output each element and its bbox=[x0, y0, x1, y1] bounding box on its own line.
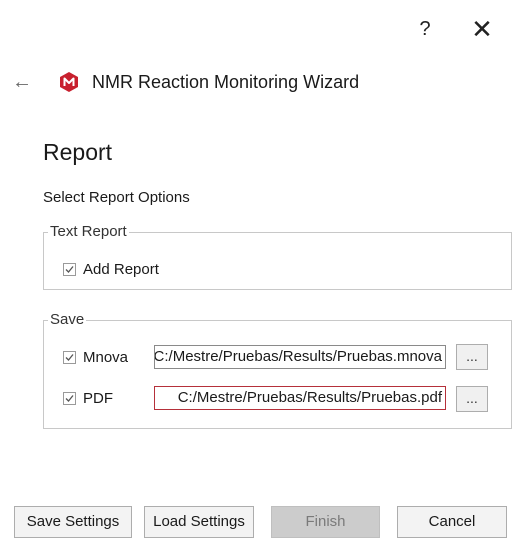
close-icon: ✕ bbox=[471, 14, 493, 44]
mnova-path-field[interactable]: C:/Mestre/Pruebas/Results/Pruebas.mnova bbox=[154, 345, 446, 369]
add-report-label: Add Report bbox=[83, 261, 159, 278]
save-legend: Save bbox=[48, 311, 87, 329]
pdf-path-field[interactable]: C:/Mestre/Pruebas/Results/Pruebas.pdf bbox=[154, 386, 446, 410]
pdf-browse-button[interactable]: ... bbox=[456, 386, 488, 412]
mnova-logo-icon bbox=[58, 71, 80, 93]
back-button[interactable]: ← bbox=[10, 70, 34, 94]
wizard-title: NMR Reaction Monitoring Wizard bbox=[92, 72, 360, 92]
pdf-label: PDF bbox=[83, 390, 113, 407]
cancel-button[interactable]: Cancel bbox=[397, 506, 507, 538]
finish-button[interactable]: Finish bbox=[271, 506, 380, 538]
pdf-checkbox[interactable] bbox=[63, 392, 76, 405]
save-settings-button[interactable]: Save Settings bbox=[14, 506, 132, 538]
save-group bbox=[43, 320, 512, 429]
text-report-legend: Text Report bbox=[48, 223, 129, 241]
page-title: Report bbox=[43, 139, 113, 165]
mnova-label: Mnova bbox=[83, 349, 129, 366]
arrow-left-icon: ← bbox=[12, 71, 32, 93]
close-button[interactable]: ✕ bbox=[465, 12, 499, 46]
checkmark-icon bbox=[65, 395, 74, 402]
pdf-path-text: C:/Mestre/Pruebas/Results/Pruebas.pdf bbox=[177, 389, 442, 406]
checkmark-icon bbox=[65, 266, 74, 273]
checkmark-icon bbox=[65, 354, 74, 361]
mnova-checkbox[interactable] bbox=[63, 351, 76, 364]
mnova-browse-button[interactable]: ... bbox=[456, 344, 488, 370]
add-report-checkbox[interactable] bbox=[63, 263, 76, 276]
help-button[interactable]: ? bbox=[408, 12, 442, 46]
page-subtitle: Select Report Options bbox=[43, 189, 190, 206]
load-settings-button[interactable]: Load Settings bbox=[144, 506, 254, 538]
mnova-path-text: C:/Mestre/Pruebas/Results/Pruebas.mnova bbox=[154, 348, 442, 365]
